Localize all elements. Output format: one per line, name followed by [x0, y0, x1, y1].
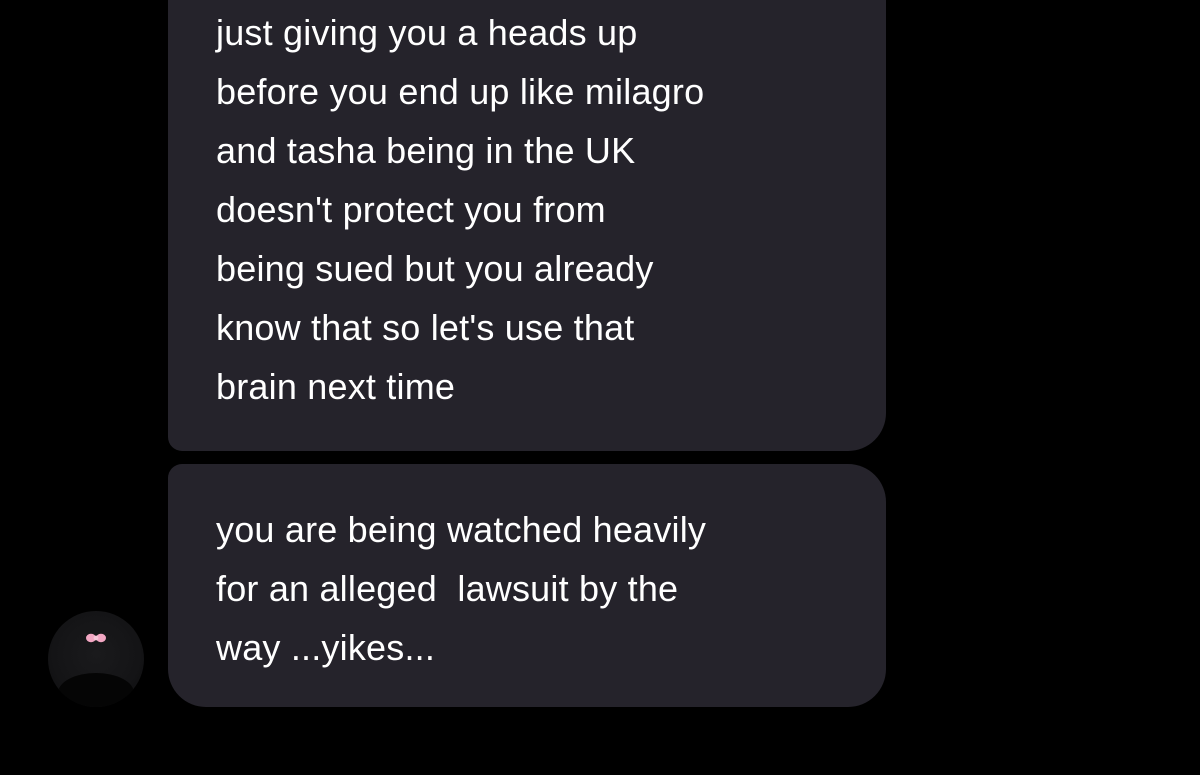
avatar-shadow: [58, 673, 134, 707]
message-line: and tasha being in the UK: [216, 130, 636, 171]
message-bubble[interactable]: just giving you a heads up before you en…: [168, 0, 886, 451]
avatar[interactable]: [48, 611, 144, 707]
message-line: before you end up like milagro: [216, 71, 705, 112]
message-text: you are being watched heavily for an all…: [216, 500, 886, 677]
message-bubble[interactable]: you are being watched heavily for an all…: [168, 464, 886, 707]
message-line: way ...yikes...: [216, 627, 436, 668]
message-line: know that so let's use that: [216, 307, 635, 348]
message-line: you are being watched heavily: [216, 509, 707, 550]
message-text: just giving you a heads up before you en…: [216, 0, 886, 416]
message-line: being sued but you already: [216, 248, 654, 289]
message-line: for an alleged lawsuit by the: [216, 568, 679, 609]
message-line: doesn't protect you from: [216, 189, 606, 230]
message-line: just giving you a heads up: [216, 12, 638, 53]
chat-screen: just giving you a heads up before you en…: [0, 0, 1200, 775]
message-line: brain next time: [216, 366, 456, 407]
bow-icon: [86, 633, 106, 643]
